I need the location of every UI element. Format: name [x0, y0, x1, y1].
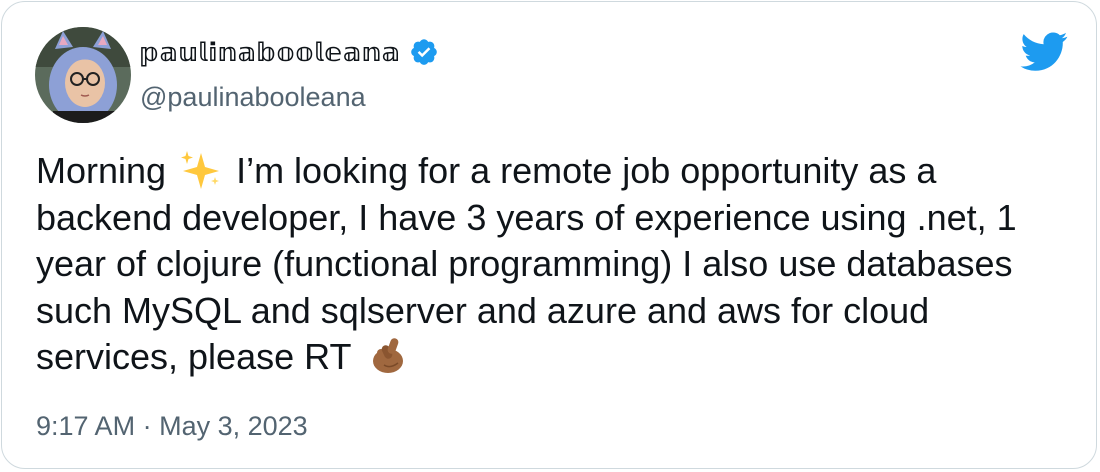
display-name[interactable]: 𝕡𝕒𝕦𝕝𝕚𝕟𝕒𝕓𝕠𝕠𝕝𝕖𝕒𝕟𝕒 — [140, 37, 401, 68]
tweet-time: 9:17 AM — [36, 411, 136, 441]
tweet-card[interactable]: 𝕡𝕒𝕦𝕝𝕚𝕟𝕒𝕓𝕠𝕠𝕝𝕖𝕒𝕟𝕒 @paulinabooleana Morning… — [1, 1, 1097, 469]
sparkles-emoji-icon — [179, 149, 223, 189]
tweet-timestamp[interactable]: 9:17 AM · May 3, 2023 — [36, 411, 308, 442]
timestamp-separator: · — [142, 411, 152, 441]
avatar[interactable] — [35, 27, 131, 123]
tweet-text: Morning I’m looking for a remote job opp… — [36, 148, 1076, 381]
author-name-row: 𝕡𝕒𝕦𝕝𝕚𝕟𝕒𝕓𝕠𝕠𝕝𝕖𝕒𝕟𝕒 — [140, 36, 439, 68]
finger-heart-emoji-icon — [364, 335, 408, 375]
tweet-text-part-1: Morning — [36, 150, 177, 191]
verified-badge-icon — [409, 37, 439, 67]
tweet-date: May 3, 2023 — [159, 411, 308, 441]
author-handle[interactable]: @paulinabooleana — [140, 82, 366, 113]
twitter-bird-icon[interactable] — [1020, 32, 1068, 72]
